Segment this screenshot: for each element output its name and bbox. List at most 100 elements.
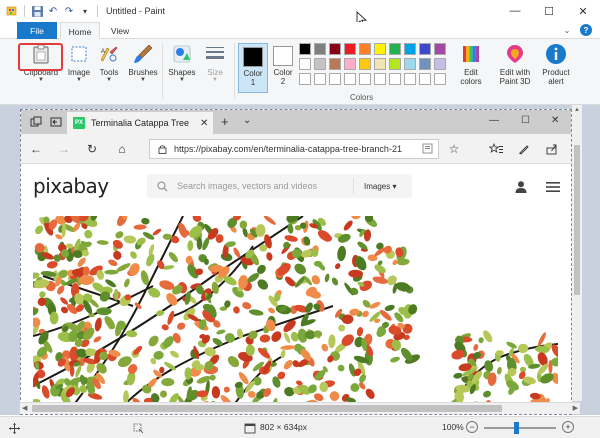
palette-color-swatch[interactable] xyxy=(344,58,356,70)
back-icon[interactable]: ← xyxy=(29,142,43,156)
edit-with-paint3d-button[interactable]: Edit with Paint 3D xyxy=(493,41,537,87)
zoom-slider-thumb[interactable] xyxy=(514,422,520,434)
horizontal-scroll-thumb[interactable] xyxy=(32,405,502,412)
set-tabs-aside-icon[interactable] xyxy=(49,115,63,129)
redo-icon[interactable]: ↷ xyxy=(63,5,75,17)
customize-toolbar-icon[interactable]: ▾ xyxy=(79,5,91,17)
drawing-canvas[interactable]: PX Terminalia Catappa Tree ✕ + ⌄ — ☐ ✕ ←… xyxy=(20,109,572,415)
tab-home[interactable]: Home xyxy=(60,22,100,40)
tools-button[interactable]: A Tools ▼ xyxy=(90,41,128,87)
color2-swatch xyxy=(273,46,293,66)
palette-color-swatch[interactable] xyxy=(329,43,341,55)
pixabay-logo[interactable]: pixabay xyxy=(33,174,109,198)
browser-tab[interactable]: PX Terminalia Catappa Tree ✕ xyxy=(67,112,213,134)
palette-color-swatch[interactable] xyxy=(329,58,341,70)
color-wheel-icon xyxy=(460,43,482,65)
pen-notes-icon[interactable] xyxy=(517,142,531,156)
palette-color-swatch[interactable] xyxy=(359,43,371,55)
palette-color-swatch[interactable] xyxy=(314,58,326,70)
palette-color-swatch[interactable] xyxy=(389,58,401,70)
color1-button[interactable]: Color 1 xyxy=(238,43,268,93)
palette-color-swatch[interactable] xyxy=(344,43,356,55)
tab-preview-icon[interactable] xyxy=(29,115,43,129)
minimize-button[interactable]: — xyxy=(498,0,532,22)
tab-file[interactable]: File xyxy=(17,22,57,39)
zoom-in-button[interactable]: + xyxy=(562,421,574,433)
browser-maximize-button[interactable]: ☐ xyxy=(521,115,530,126)
product-alert-button[interactable]: Product alert xyxy=(536,41,576,87)
palette-color-swatch[interactable] xyxy=(434,43,446,55)
forward-icon[interactable]: → xyxy=(57,142,71,156)
palette-color-swatch[interactable] xyxy=(389,73,401,85)
edit-paint3d-label: Edit with Paint 3D xyxy=(499,68,531,86)
search-type-dropdown[interactable]: Images ▾ xyxy=(364,182,396,191)
palette-color-swatch[interactable] xyxy=(374,43,386,55)
palette-color-swatch[interactable] xyxy=(419,73,431,85)
palette-color-swatch[interactable] xyxy=(374,58,386,70)
palette-color-swatch[interactable] xyxy=(314,73,326,85)
brushes-button[interactable]: Brushes ▼ xyxy=(124,41,162,87)
save-icon[interactable] xyxy=(31,5,43,17)
palette-color-swatch[interactable] xyxy=(404,43,416,55)
share-icon[interactable] xyxy=(545,142,559,156)
palette-color-swatch[interactable] xyxy=(314,43,326,55)
refresh-icon[interactable]: ↻ xyxy=(85,142,99,156)
pixabay-favicon: PX xyxy=(73,117,85,129)
selection-size-icon xyxy=(132,422,144,434)
dropdown-arrow-icon: ▼ xyxy=(38,77,44,83)
vertical-scroll-thumb[interactable] xyxy=(574,145,580,295)
palette-color-swatch[interactable] xyxy=(389,43,401,55)
zoom-out-button[interactable]: − xyxy=(466,421,478,433)
hamburger-menu-icon[interactable] xyxy=(545,180,561,194)
palette-color-swatch[interactable] xyxy=(329,73,341,85)
color2-button[interactable]: Color 2 xyxy=(268,43,298,93)
edit-colors-button[interactable]: Edit colors xyxy=(452,41,490,87)
palette-color-swatch[interactable] xyxy=(299,58,311,70)
paint3d-icon xyxy=(504,43,526,65)
favorite-star-icon[interactable]: ☆ xyxy=(447,142,461,156)
user-icon[interactable] xyxy=(514,180,528,194)
color1-label: Color 1 xyxy=(243,69,263,87)
tree-photo[interactable] xyxy=(33,216,558,406)
tab-view[interactable]: View xyxy=(102,22,138,39)
dropdown-arrow-icon: ▼ xyxy=(140,77,146,83)
search-icon xyxy=(155,179,169,193)
palette-color-swatch[interactable] xyxy=(419,43,431,55)
palette-color-swatch[interactable] xyxy=(404,58,416,70)
vertical-scrollbar[interactable]: ▲ xyxy=(572,105,582,401)
scroll-up-icon[interactable]: ▲ xyxy=(574,107,580,113)
new-tab-icon[interactable]: + xyxy=(221,114,229,129)
palette-color-swatch[interactable] xyxy=(359,58,371,70)
undo-icon[interactable]: ↶ xyxy=(47,5,59,17)
color1-swatch xyxy=(243,47,263,67)
palette-color-swatch[interactable] xyxy=(404,73,416,85)
palette-color-swatch[interactable] xyxy=(419,58,431,70)
palette-color-swatch[interactable] xyxy=(299,73,311,85)
palette-color-swatch[interactable] xyxy=(359,73,371,85)
close-tab-icon[interactable]: ✕ xyxy=(200,118,208,129)
tool-label: Size xyxy=(207,68,223,77)
horizontal-scrollbar[interactable]: ◀ ▶ xyxy=(20,402,580,414)
palette-color-swatch[interactable] xyxy=(434,58,446,70)
scroll-right-icon[interactable]: ▶ xyxy=(573,404,578,412)
collapse-ribbon-icon[interactable]: ⌄ xyxy=(562,25,572,35)
palette-color-swatch[interactable] xyxy=(434,73,446,85)
maximize-button[interactable]: ☐ xyxy=(532,0,566,22)
home-icon[interactable]: ⌂ xyxy=(115,142,129,156)
search-input[interactable]: Search images, vectors and videos Images… xyxy=(147,174,412,198)
palette-color-swatch[interactable] xyxy=(344,73,356,85)
palette-color-swatch[interactable] xyxy=(374,73,386,85)
tab-list-icon[interactable]: ⌄ xyxy=(243,115,251,126)
favorites-hub-icon[interactable] xyxy=(489,142,503,156)
reading-view-icon[interactable] xyxy=(422,143,434,155)
palette-color-swatch[interactable] xyxy=(299,43,311,55)
help-icon[interactable]: ? xyxy=(580,24,592,36)
close-button[interactable]: ✕ xyxy=(566,0,600,22)
scroll-left-icon[interactable]: ◀ xyxy=(22,404,27,412)
tool-label: Brushes xyxy=(128,68,158,77)
browser-minimize-button[interactable]: — xyxy=(489,115,499,126)
size-button[interactable]: Size ▼ xyxy=(196,41,234,87)
address-bar[interactable]: https://pixabay.com/en/terminalia-catapp… xyxy=(149,139,439,159)
zoom-slider[interactable] xyxy=(484,422,556,434)
browser-close-button[interactable]: ✕ xyxy=(551,115,559,126)
